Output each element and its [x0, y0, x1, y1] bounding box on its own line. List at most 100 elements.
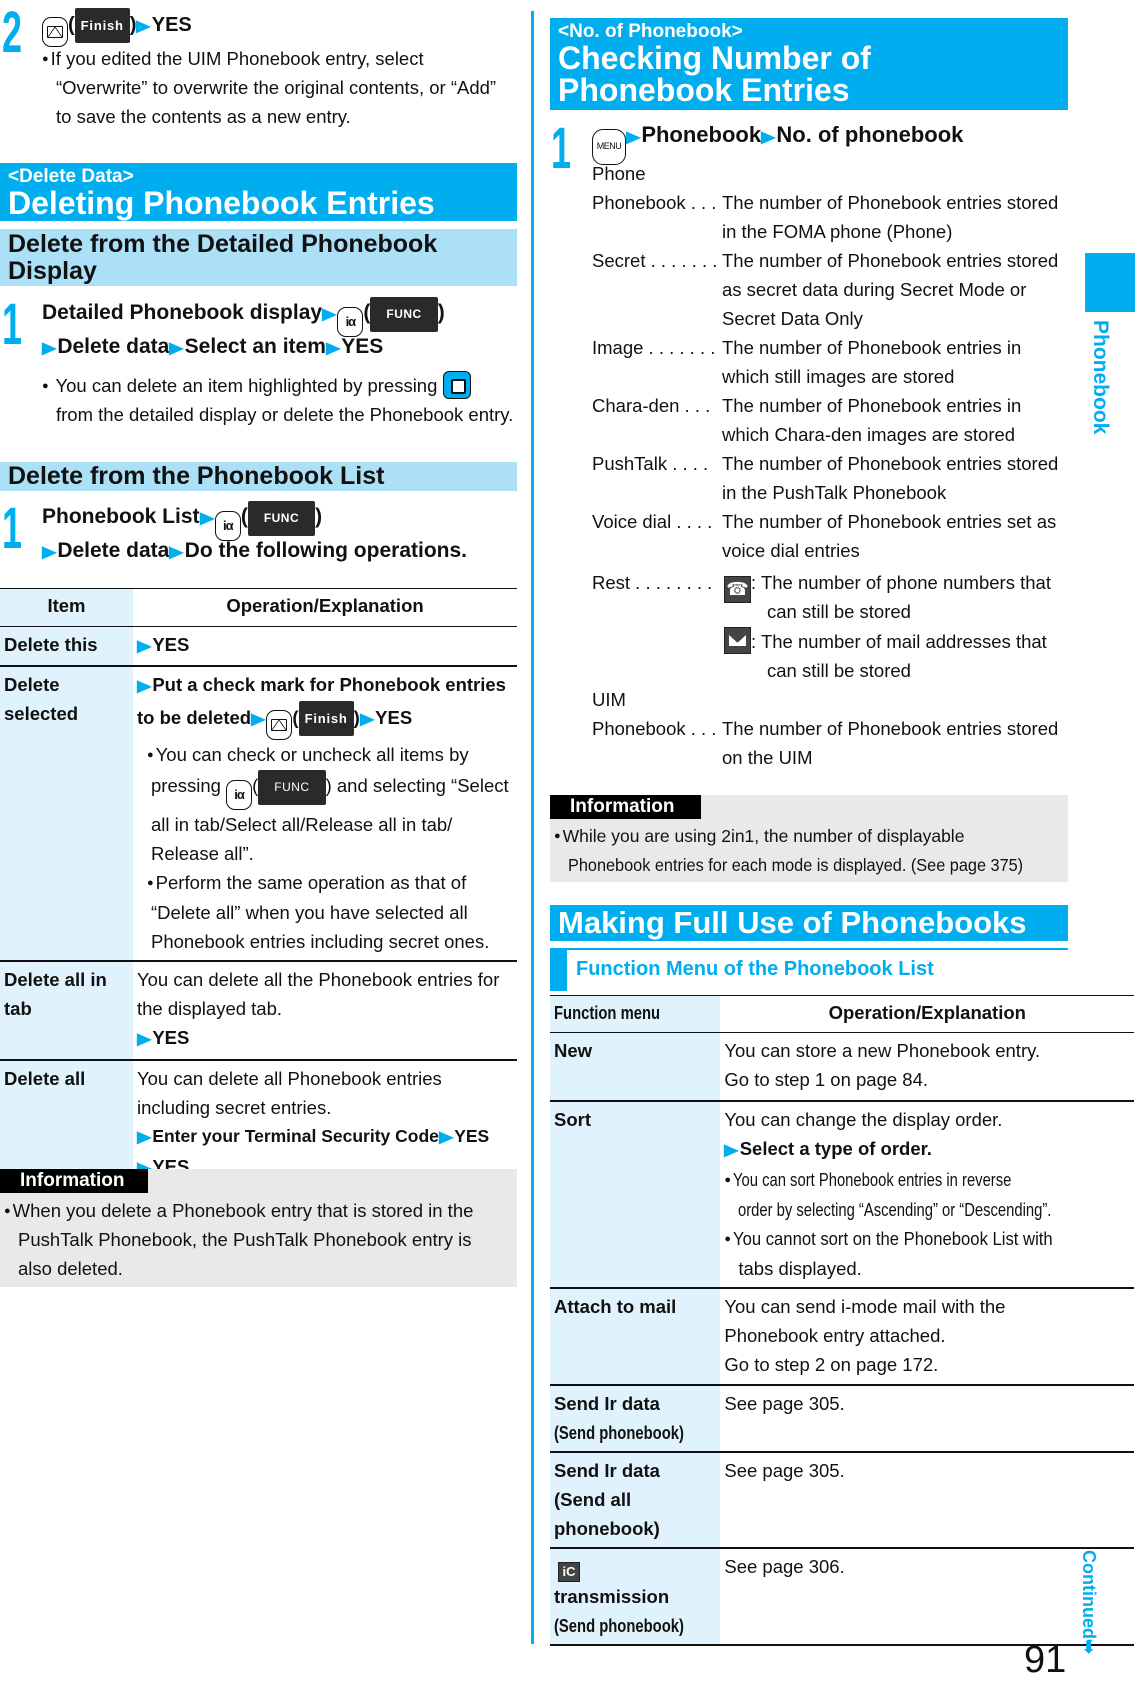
operation-note: Release all”.: [151, 842, 254, 864]
i-appli-key-icon: iα: [226, 779, 253, 810]
entry-value: which Chara-den images are stored: [722, 424, 1016, 445]
operation-note: “Delete all” when you have selected all: [151, 901, 468, 923]
step-number: 1: [2, 496, 23, 561]
row-item: Send Ir data (Send all phonebook): [550, 1451, 721, 1549]
operation-text: including secret entries.: [137, 1096, 332, 1118]
operation-text: YES: [152, 634, 190, 655]
entry-value: The number of Phonebook entries stored: [722, 192, 1059, 213]
instruction-text: Phonebook: [641, 122, 762, 147]
note-text: ) and selecting “Select: [325, 775, 509, 796]
column-header: Function menu: [550, 995, 721, 1033]
info-line: PushTalk Phonebook, the PushTalk Phonebo…: [18, 1229, 472, 1250]
operation-text: Phonebook entry attached.: [724, 1324, 946, 1346]
chapter-tab[interactable]: [1085, 253, 1135, 312]
note-text: You cannot sort on the Phonebook List wi…: [733, 1227, 1053, 1249]
operation-text: to be deleted: [137, 707, 252, 728]
phone-icon: ☎: [724, 576, 751, 603]
multi-cursor-key-icon: [442, 371, 471, 399]
operation-note: You can check or uncheck all items by: [147, 740, 513, 770]
entry-key: Phonebook . . .: [592, 718, 717, 739]
mail-key-icon: [42, 17, 68, 47]
arrow-icon: ▶: [137, 1128, 152, 1146]
operation-note: tabs displayed.: [738, 1257, 862, 1279]
table-row: Send Ir data (Send all phonebook) See pa…: [550, 1451, 1135, 1549]
operation-note: all in tab/Select all/Release all in tab…: [151, 813, 453, 835]
operation-text: Go to step 1 on page 84.: [724, 1069, 929, 1090]
finish-softkey: Finish: [298, 701, 354, 736]
step1-instruction-line2: ▶Delete data▶Select an item▶YES: [42, 332, 383, 363]
information-label: Information: [0, 1169, 148, 1193]
entry-key: Chara-den . . .: [592, 395, 711, 416]
header-text: Function menu: [554, 1002, 661, 1023]
operation-text: You can change the display order.: [724, 1108, 1003, 1130]
entry-value: : The number of mail addresses that: [724, 627, 1047, 656]
row-item: Delete this: [0, 626, 133, 667]
accent-bar: [550, 950, 567, 991]
entry-value: in the PushTalk Phonebook: [722, 482, 947, 503]
arrow-icon: ▶: [169, 340, 184, 357]
arrow-icon: ▶: [322, 306, 337, 323]
section-header-delete: <Delete Data> Deleting Phonebook Entries: [0, 163, 517, 221]
item-line: Send Ir data: [554, 1392, 660, 1414]
info-line: also deleted.: [18, 1258, 123, 1279]
entry-text: : The number of phone numbers that: [751, 572, 1051, 593]
note-text: order by selecting “Ascending” or “Desce…: [738, 1198, 1052, 1220]
row-operation: See page 305.: [720, 1384, 1135, 1453]
entry-value: The number of Phonebook entries set as: [722, 511, 1057, 532]
subsection-header-list: Delete from the Phonebook List: [0, 462, 517, 491]
operation-action: to be deleted▶(Finish)▶YES: [137, 701, 513, 740]
row-operation: See page 306.: [720, 1547, 1135, 1646]
row-operation: ▶YES: [133, 626, 517, 667]
row-operation: See page 305.: [720, 1451, 1135, 1549]
instruction-text: Detailed Phonebook display: [42, 301, 323, 324]
operation-note: order by selecting “Ascending” or “Desce…: [738, 1195, 1130, 1224]
operation-text: You can send i-mode mail with the: [724, 1295, 1006, 1317]
entry-key: Secret . . . . . . .: [592, 250, 718, 271]
entry-key: Voice dial . . . .: [592, 511, 713, 532]
entry-value: The number of Phonebook entries in: [722, 395, 1022, 416]
instruction-text: YES: [341, 335, 384, 358]
column-header: Operation/Explanation: [133, 588, 517, 627]
info-line: While you are using 2in1, the number of …: [554, 822, 965, 851]
func-softkey: FUNC: [370, 297, 438, 332]
arrow-icon: ▶: [42, 544, 57, 561]
group-label: UIM: [592, 689, 626, 710]
note-text: pressing: [151, 775, 221, 796]
arrow-icon: ▶: [137, 638, 152, 655]
entry-key: Image . . . . . . .: [592, 337, 716, 358]
function-menu-table: Function menu Operation/Explanation New …: [550, 995, 1135, 1646]
entry-text: : The number of mail addresses that: [751, 631, 1047, 652]
item-line: transmission: [554, 1585, 670, 1607]
section-title-line: Phonebook Entries: [558, 72, 850, 108]
arrow-icon: ▶: [251, 711, 266, 728]
arrow-icon: ▶: [325, 340, 341, 357]
item-line: Send Ir data: [554, 1459, 660, 1481]
step-number: 1: [2, 292, 23, 357]
step2-note-line: If you edited the UIM Phonebook entry, s…: [42, 44, 424, 74]
continued-arrow-icon: ➥: [1079, 1638, 1099, 1655]
table-row: Sort You can change the display order. ▶…: [550, 1100, 1135, 1289]
entry-value: The number of Phonebook entries stored: [722, 718, 1059, 739]
operation-action: ▶Put a check mark for Phonebook entries: [137, 670, 513, 701]
arrow-icon: ▶: [42, 340, 57, 357]
row-item: New: [550, 1032, 721, 1102]
step1-note-line: You can delete an item highlighted by pr…: [42, 371, 471, 401]
subsection-title-line: Display: [8, 257, 97, 285]
subsection-title: Function Menu of the Phonebook List: [576, 958, 934, 980]
func-softkey: FUNC: [258, 770, 326, 805]
table-row: New You can store a new Phonebook entry.…: [550, 1032, 1135, 1102]
entry-value: as secret data during Secret Mode or: [722, 279, 1027, 300]
step2-note-line: “Overwrite” to overwrite the original co…: [56, 77, 497, 98]
instruction-text: Select an item: [184, 335, 326, 358]
entry-key: Phonebook . . .: [592, 192, 717, 213]
column-header: Item: [0, 588, 133, 627]
operation-text: YES: [375, 707, 413, 728]
ic-felica-icon: iC: [558, 1561, 580, 1582]
arrow-icon: ▶: [199, 510, 214, 527]
section-tag: <Delete Data>: [8, 166, 134, 187]
item-line: tab: [4, 997, 32, 1019]
row-operation: You can store a new Phonebook entry. Go …: [720, 1032, 1135, 1102]
arrow-icon: ▶: [761, 129, 776, 146]
delete-operations-table: Item Operation/Explanation Delete this ▶…: [0, 588, 517, 1189]
operation-action: ▶YES: [137, 1023, 513, 1054]
